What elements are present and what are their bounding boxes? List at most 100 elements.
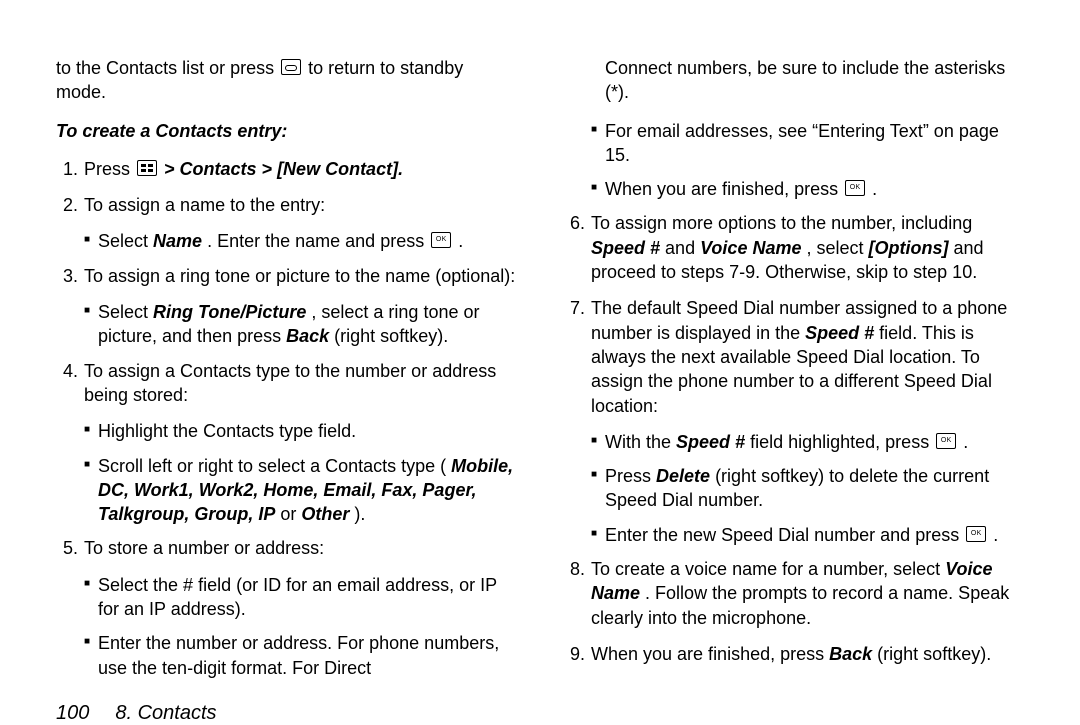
step-number: 6. bbox=[563, 211, 591, 284]
manual-page: to the Contacts list or press to return … bbox=[0, 0, 1080, 720]
field-name: Voice Name bbox=[700, 238, 801, 258]
text: . bbox=[872, 179, 877, 199]
softkey-name: Back bbox=[829, 644, 872, 664]
menu-item: [Options] bbox=[869, 238, 949, 258]
step-number: 5. bbox=[56, 536, 84, 560]
text: ). bbox=[354, 504, 365, 524]
square-bullet-icon: ■ bbox=[591, 177, 605, 201]
square-bullet-icon: ■ bbox=[591, 464, 605, 513]
step-number: 1. bbox=[56, 157, 84, 181]
step-body: To assign a ring tone or picture to the … bbox=[84, 264, 515, 288]
text: . bbox=[458, 231, 463, 251]
bullet-body: Select Ring Tone/Picture , select a ring… bbox=[98, 300, 517, 349]
continuation-text: Connect numbers, be sure to include the … bbox=[563, 56, 1024, 105]
step-number: 9. bbox=[563, 642, 591, 666]
intro-paragraph: to the Contacts list or press to return … bbox=[56, 56, 517, 105]
two-column-layout: to the Contacts list or press to return … bbox=[56, 56, 1024, 690]
step-7: 7. The default Speed Dial number assigne… bbox=[563, 296, 1024, 417]
bullet: ■ Scroll left or right to select a Conta… bbox=[56, 454, 517, 527]
text: . bbox=[963, 432, 968, 452]
text: . Follow the prompts to record a name. S… bbox=[591, 583, 1009, 627]
square-bullet-icon: ■ bbox=[84, 300, 98, 349]
bullet: ■ Press Delete (right softkey) to delete… bbox=[563, 464, 1024, 513]
field-name: Name bbox=[153, 231, 202, 251]
bullet-body: With the Speed # field highlighted, pres… bbox=[605, 430, 968, 454]
text: Enter the new Speed Dial number and pres… bbox=[605, 525, 964, 545]
text: To create a voice name for a number, sel… bbox=[591, 559, 945, 579]
step-body: To store a number or address: bbox=[84, 536, 324, 560]
bullet-body: Select Name . Enter the name and press . bbox=[98, 229, 463, 253]
field-name: Speed # bbox=[805, 323, 874, 343]
square-bullet-icon: ■ bbox=[84, 631, 98, 680]
bullet: ■ Enter the number or address. For phone… bbox=[56, 631, 517, 680]
bullet: ■ Select Name . Enter the name and press… bbox=[56, 229, 517, 253]
ok-key-icon bbox=[845, 180, 865, 196]
square-bullet-icon: ■ bbox=[84, 573, 98, 622]
text: (right softkey). bbox=[334, 326, 448, 346]
bullet-body: Highlight the Contacts type field. bbox=[98, 419, 356, 443]
softkey-name: Back bbox=[286, 326, 329, 346]
field-name: Ring Tone/Picture bbox=[153, 302, 306, 322]
type-other: Other bbox=[301, 504, 349, 524]
square-bullet-icon: ■ bbox=[84, 419, 98, 443]
square-bullet-icon: ■ bbox=[591, 523, 605, 547]
square-bullet-icon: ■ bbox=[591, 119, 605, 168]
bullet-body: For email addresses, see “Entering Text”… bbox=[605, 119, 1024, 168]
text: Press bbox=[605, 466, 656, 486]
step-body: To create a voice name for a number, sel… bbox=[591, 557, 1024, 630]
step-8: 8. To create a voice name for a number, … bbox=[563, 557, 1024, 630]
step-number: 7. bbox=[563, 296, 591, 417]
bullet: ■ Enter the new Speed Dial number and pr… bbox=[563, 523, 1024, 547]
bullet: ■ When you are finished, press . bbox=[563, 177, 1024, 201]
bullet: ■ With the Speed # field highlighted, pr… bbox=[563, 430, 1024, 454]
text: to the Contacts list or press bbox=[56, 58, 279, 78]
text: Select bbox=[98, 302, 153, 322]
right-column: Connect numbers, be sure to include the … bbox=[563, 56, 1024, 690]
text: When you are finished, press bbox=[591, 644, 829, 664]
step-6: 6. To assign more options to the number,… bbox=[563, 211, 1024, 284]
page-footer: 100 8. Contacts bbox=[56, 702, 1024, 725]
text: . Enter the name and press bbox=[207, 231, 429, 251]
bullet: ■ For email addresses, see “Entering Tex… bbox=[563, 119, 1024, 168]
square-bullet-icon: ■ bbox=[591, 430, 605, 454]
step-1: 1. Press > Contacts > [New Contact]. bbox=[56, 157, 517, 181]
step-body: To assign more options to the number, in… bbox=[591, 211, 1024, 284]
bullet-body: Press Delete (right softkey) to delete t… bbox=[605, 464, 1024, 513]
text: . bbox=[993, 525, 998, 545]
step-body: Press > Contacts > [New Contact]. bbox=[84, 157, 403, 181]
field-name: Speed # bbox=[591, 238, 660, 258]
step-5: 5. To store a number or address: bbox=[56, 536, 517, 560]
page-number: 100 bbox=[56, 702, 89, 725]
bullet-body: Select the # field (or ID for an email a… bbox=[98, 573, 517, 622]
step-body: When you are finished, press Back (right… bbox=[591, 642, 991, 666]
menu-path: > Contacts > [New Contact]. bbox=[164, 159, 403, 179]
ok-key-icon bbox=[936, 433, 956, 449]
text: Select bbox=[98, 231, 153, 251]
step-number: 3. bbox=[56, 264, 84, 288]
step-4: 4. To assign a Contacts type to the numb… bbox=[56, 359, 517, 408]
left-column: to the Contacts list or press to return … bbox=[56, 56, 517, 690]
step-number: 2. bbox=[56, 193, 84, 217]
text: To assign more options to the number, in… bbox=[591, 213, 972, 233]
text: When you are finished, press bbox=[605, 179, 843, 199]
text: (right softkey). bbox=[877, 644, 991, 664]
softkey-name: Delete bbox=[656, 466, 710, 486]
text: Scroll left or right to select a Contact… bbox=[98, 456, 446, 476]
subheading-create-entry: To create a Contacts entry: bbox=[56, 119, 517, 143]
bullet-body: Scroll left or right to select a Contact… bbox=[98, 454, 517, 527]
bullet: ■ Highlight the Contacts type field. bbox=[56, 419, 517, 443]
text: and bbox=[665, 238, 700, 258]
square-bullet-icon: ■ bbox=[84, 454, 98, 527]
end-key-icon bbox=[281, 59, 301, 75]
ok-key-icon bbox=[966, 526, 986, 542]
bullet: ■ Select Ring Tone/Picture , select a ri… bbox=[56, 300, 517, 349]
bullet-body: When you are finished, press . bbox=[605, 177, 877, 201]
ok-key-icon bbox=[431, 232, 451, 248]
step-number: 4. bbox=[56, 359, 84, 408]
step-body: To assign a name to the entry: bbox=[84, 193, 325, 217]
text: or bbox=[280, 504, 301, 524]
chapter-title: 8. Contacts bbox=[115, 702, 216, 725]
step-3: 3. To assign a ring tone or picture to t… bbox=[56, 264, 517, 288]
menu-key-icon bbox=[137, 160, 157, 176]
bullet-body: Enter the number or address. For phone n… bbox=[98, 631, 517, 680]
